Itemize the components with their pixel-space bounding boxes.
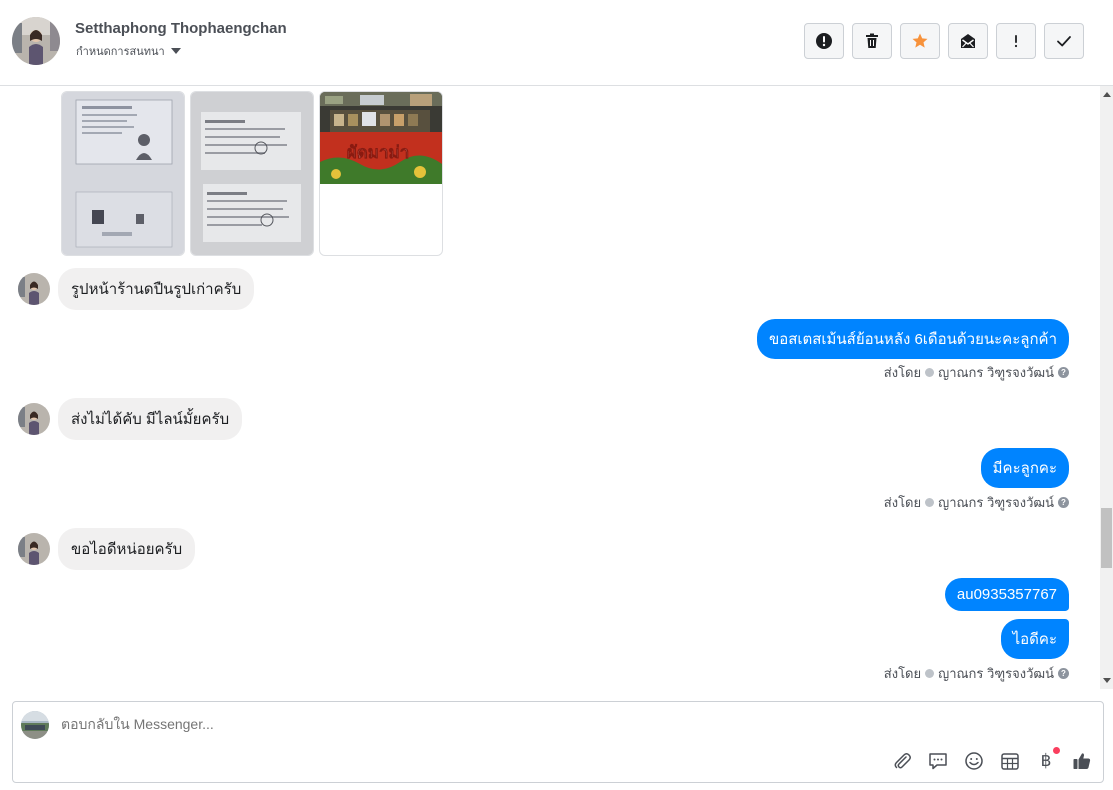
document-photo[interactable] [190,91,314,256]
shop-sign-text: ผัดมาม่า [347,143,410,163]
sender-status-icon [925,669,935,678]
thumbs-up-icon [1073,753,1091,769]
star-button[interactable] [900,23,940,59]
emoji-icon [965,752,983,770]
outgoing-message-bubble[interactable]: au0935357767 [944,578,1069,611]
reply-composer: ฿ [12,701,1104,783]
reply-input[interactable] [61,716,761,732]
baht-payment-icon: ฿ [1040,751,1052,771]
saved-replies-button[interactable] [927,750,949,772]
payment-button[interactable]: ฿ [1035,747,1060,772]
outgoing-message-bubble[interactable]: ไอดีคะ [1000,619,1069,659]
mail-icon [961,34,975,48]
sent-by-info: ส่งโดย ญาณกร วิฑูรจงวัฒน์ ? [884,362,1069,383]
contact-avatar-small[interactable] [18,533,50,565]
like-button[interactable] [1071,750,1093,772]
shop-photo[interactable]: ผัดมาม่า [319,91,443,256]
delete-button[interactable] [852,23,892,59]
star-icon [912,33,928,48]
photo-attachments: ผัดมาม่า [61,91,443,256]
conversation-schedule-dropdown[interactable]: กำหนดการสนทนา [76,42,181,60]
sender-status-icon [925,368,935,377]
sent-by-label: ส่งโดย [883,666,922,681]
help-icon[interactable]: ? [1058,497,1069,508]
sender-status-icon [925,498,935,507]
mark-unread-button[interactable] [948,23,988,59]
conversation-header: Setthaphong Thophaengchan กำหนดการสนทนา [0,0,1113,86]
help-icon[interactable]: ? [1058,668,1069,679]
message-list-scrollbar[interactable] [1100,86,1113,689]
scrollbar-thumb[interactable] [1101,508,1112,568]
sender-name[interactable]: ญาณกร วิฑูรจงวัฒน์ [938,663,1054,684]
message-bubble[interactable]: ขอไอดีหน่อยครับ [58,528,196,570]
contact-avatar-small[interactable] [18,273,50,305]
incoming-message: รูปหน้าร้านดปืนรูปเก่าครับ [18,268,255,310]
saved-reply-icon [929,753,947,770]
attach-button[interactable] [891,750,913,772]
notification-dot [1053,747,1060,754]
scroll-up-icon[interactable] [1103,92,1111,97]
outgoing-message-bubble[interactable]: มีคะลูกคะ [980,448,1069,488]
sent-by-info: ส่งโดย ญาณกร วิฑูรจงวัฒน์ ? [884,663,1069,684]
attachment-icon [894,753,911,769]
contact-avatar[interactable] [12,17,60,65]
sender-name[interactable]: ญาณกร วิฑูรจงวัฒน์ [938,362,1054,383]
composer-toolbar: ฿ [891,747,1093,772]
caret-down-icon [170,48,181,54]
mark-done-button[interactable] [1044,23,1084,59]
sent-by-label: ส่งโดย [883,365,922,380]
scroll-down-icon[interactable] [1103,678,1111,683]
message-bubble[interactable]: ส่งไม่ได้คับ มีไลน์มั้ยครับ [58,398,243,440]
incoming-message: ส่งไม่ได้คับ มีไลน์มั้ยครับ [18,398,243,440]
page-avatar [21,711,49,739]
exclamation-icon [1014,35,1018,48]
follow-up-button[interactable] [996,23,1036,59]
sender-name[interactable]: ญาณกร วิฑูรจงวัฒน์ [938,492,1054,513]
check-icon [1057,36,1071,47]
appointment-button[interactable] [999,750,1021,772]
id-card-photo[interactable] [61,91,185,256]
contact-name: Setthaphong Thophaengchan [75,20,287,37]
contact-avatar-small[interactable] [18,403,50,435]
trash-icon [866,33,878,48]
conversation-schedule-label: กำหนดการสนทนา [76,46,165,58]
help-icon[interactable]: ? [1058,367,1069,378]
sent-by-info: ส่งโดย ญาณกร วิฑูรจงวัฒน์ ? [884,492,1069,513]
calendar-icon [1001,753,1019,770]
message-bubble[interactable]: รูปหน้าร้านดปืนรูปเก่าครับ [58,268,255,310]
alert-icon [816,33,832,49]
mark-spam-button[interactable] [804,23,844,59]
emoji-button[interactable] [963,750,985,772]
outgoing-message-bubble[interactable]: ขอสเตสเม้นส์ย้อนหลัง 6เดือนด้วยนะคะลูกค้… [756,319,1069,359]
sent-by-label: ส่งโดย [883,495,922,510]
incoming-message: ขอไอดีหน่อยครับ [18,528,196,570]
header-toolbar [804,23,1084,59]
